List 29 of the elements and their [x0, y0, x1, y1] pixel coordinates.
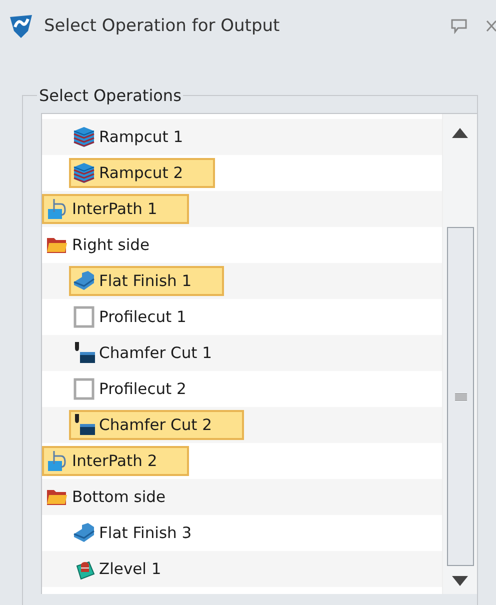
tool-block-icon [73, 414, 95, 436]
tree-item[interactable]: Right side [42, 230, 182, 260]
app-logo-icon [8, 13, 34, 39]
scroll-up-icon[interactable] [452, 128, 468, 138]
group-title: Select Operations [38, 86, 182, 105]
stepped-block-icon [73, 270, 95, 292]
square-outline-icon [73, 306, 95, 328]
scrollbar-track[interactable] [442, 114, 477, 594]
tree-item[interactable]: InterPath 2 [42, 446, 190, 476]
square-outline-icon [73, 378, 95, 400]
stacked-block-icon [73, 126, 95, 148]
grip-icon [454, 392, 466, 400]
tree-item[interactable]: Chamfer Cut 2 [69, 410, 244, 440]
scroll-down-icon[interactable] [452, 576, 468, 586]
tree-item[interactable]: Flat Finish 3 [69, 518, 224, 548]
stacked-block-icon [73, 162, 95, 184]
tree-item[interactable]: Rampcut 2 [69, 158, 216, 188]
stepped-block-icon [73, 522, 95, 544]
speech-bubble-icon[interactable] [450, 18, 468, 34]
tool-block-icon [73, 342, 95, 364]
tree-item[interactable]: Profilecut 1 [69, 302, 218, 332]
close-icon[interactable] [486, 18, 496, 34]
path-link-icon [46, 198, 68, 220]
path-link-icon [46, 450, 68, 472]
tree-item[interactable]: InterPath 1 [42, 194, 190, 224]
window-title: Select Operation for Output [44, 16, 280, 36]
tree-item[interactable]: Flat Finish 1 [69, 266, 224, 296]
tree-item[interactable]: Profilecut 2 [69, 374, 218, 404]
scrollbar-thumb[interactable] [447, 227, 474, 566]
